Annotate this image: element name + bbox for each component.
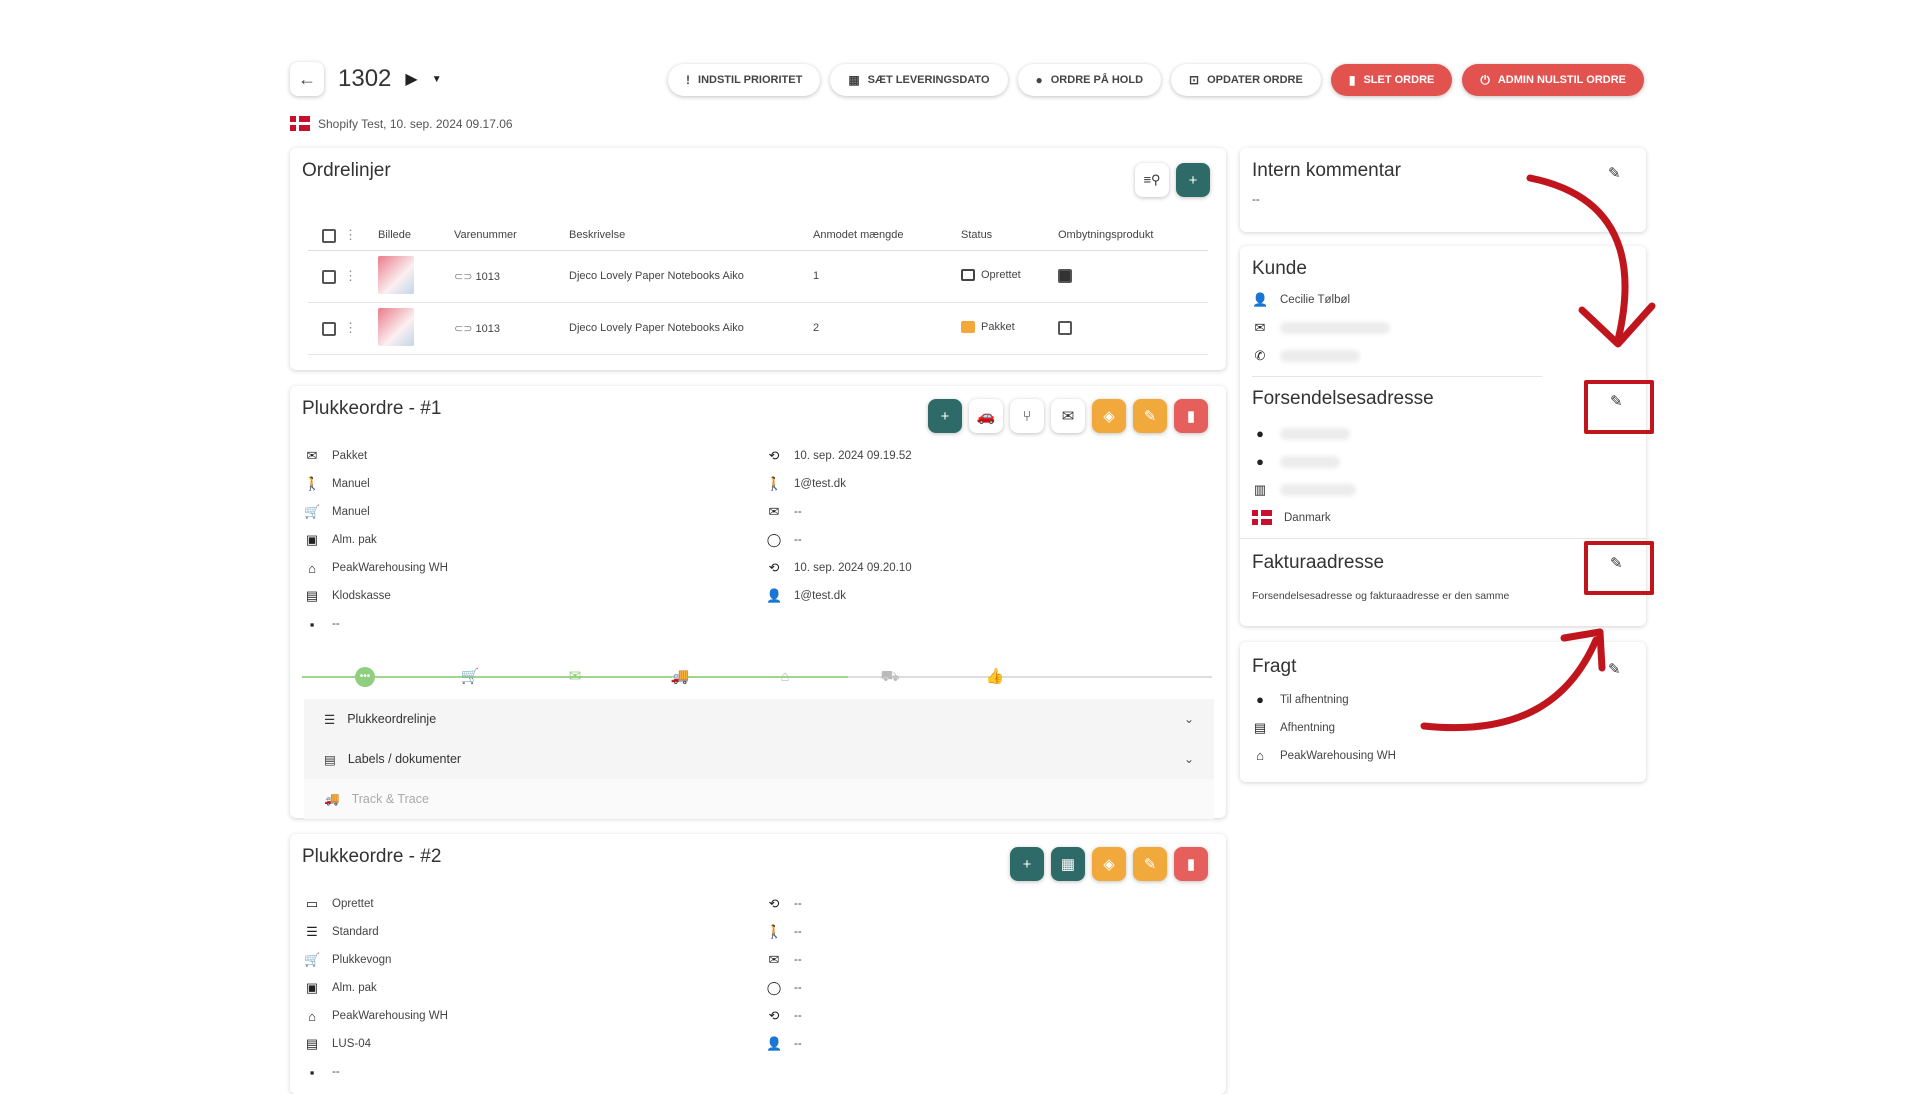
annotation-arrow-up <box>1420 636 1600 732</box>
order-page: ← 1302 ▶ ▼ Shopify Test, 10. sep. 2024 0… <box>0 0 1920 1094</box>
annotation-arrowhead-down <box>1578 302 1656 348</box>
annotation-arrows <box>1420 174 1656 732</box>
annotation-arrow-down <box>1526 174 1629 344</box>
